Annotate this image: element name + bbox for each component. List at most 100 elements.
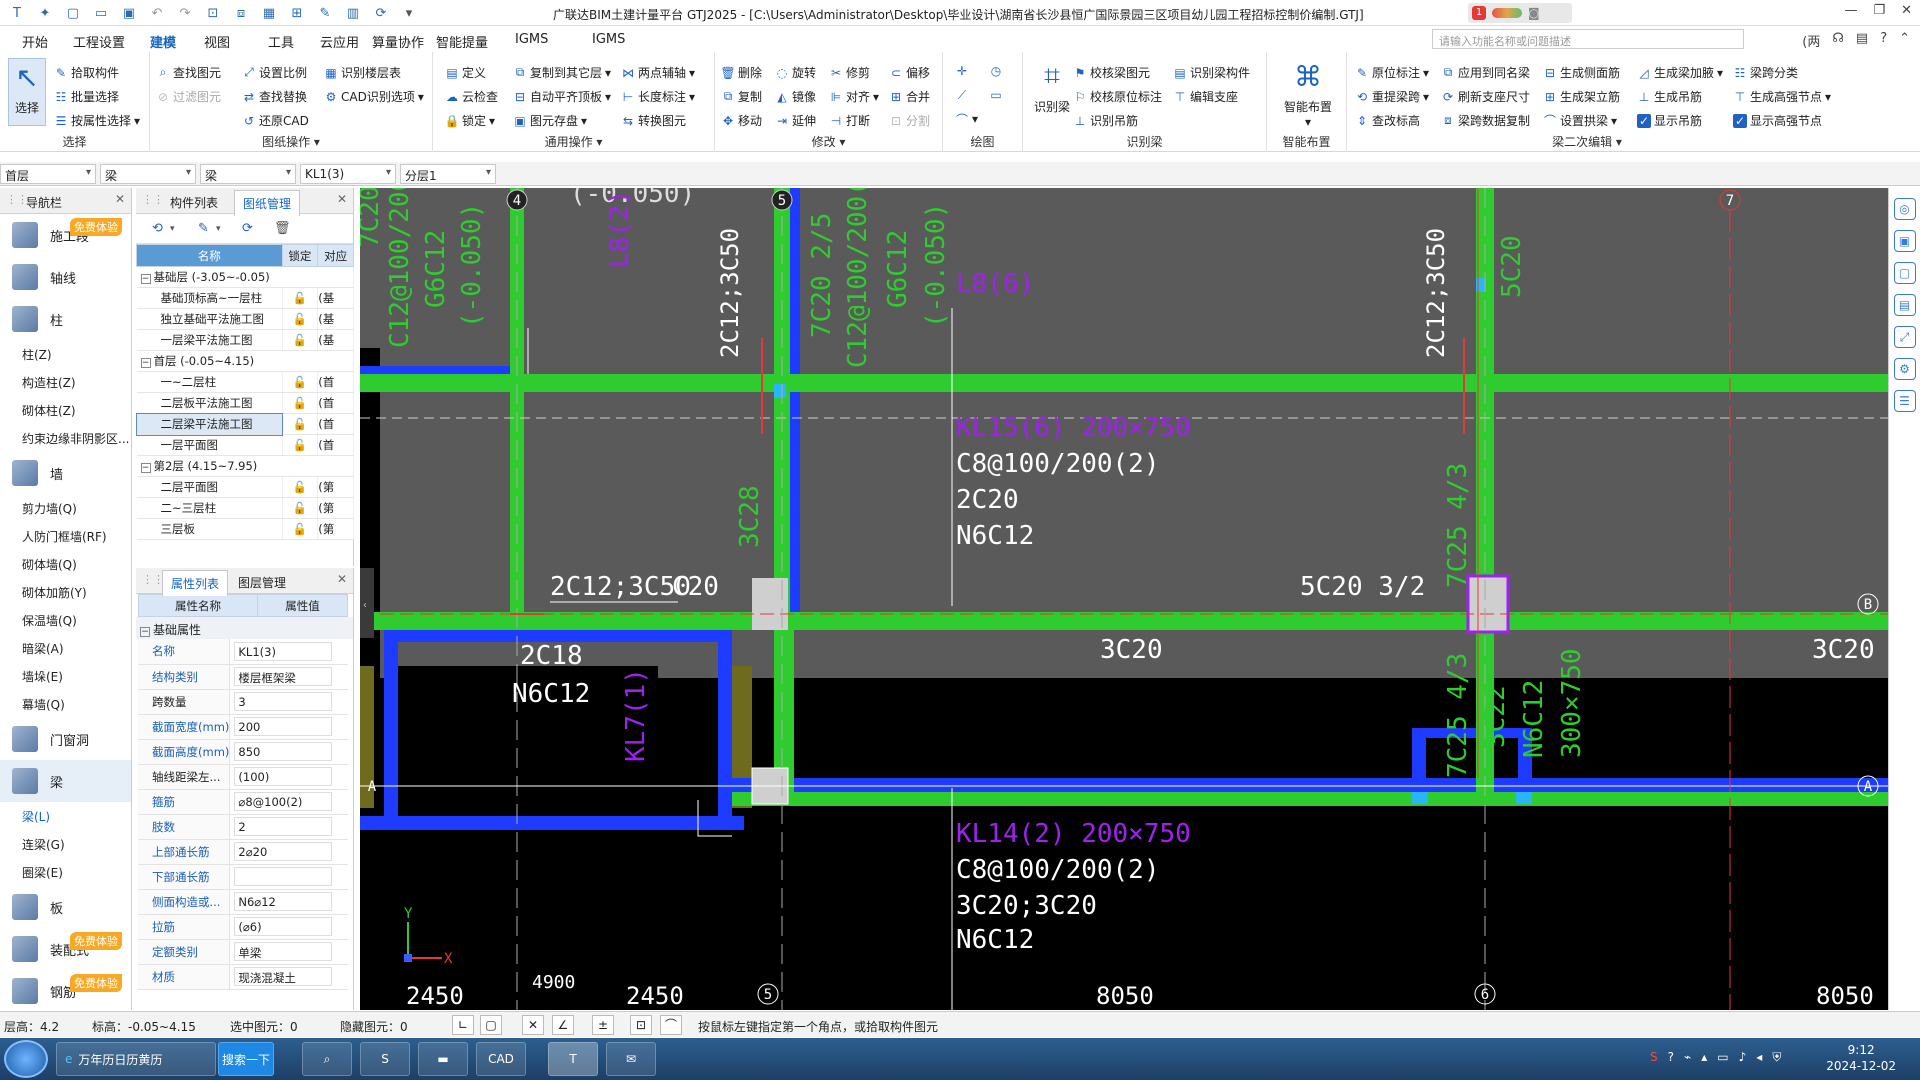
property-value-input[interactable]: ⌀8@100(2) xyxy=(234,792,333,811)
menu-project-settings[interactable]: 工程设置 xyxy=(73,32,125,51)
property-value-input[interactable]: 2 xyxy=(234,817,333,836)
start-button[interactable] xyxy=(4,1040,48,1078)
nav-item[interactable]: 墙垛(E) xyxy=(0,662,131,690)
clock[interactable]: 9:12 2024-12-02 xyxy=(1826,1042,1896,1074)
lock-icon[interactable]: 🔓 xyxy=(282,476,319,498)
app-logo-icon[interactable]: T xyxy=(6,3,28,23)
help-icon[interactable]: ? xyxy=(1880,31,1887,50)
table-row[interactable]: 二~三层柱 🔓 (第 xyxy=(136,497,354,519)
fit-view-icon[interactable]: ⤢ xyxy=(1893,326,1916,348)
show-hanger-checkbox[interactable]: ✓ 显示吊筋 xyxy=(1637,112,1702,129)
arc-snap-icon[interactable]: ⌒ xyxy=(660,1015,682,1035)
col-map[interactable]: 对应 xyxy=(317,244,354,267)
property-value-input[interactable]: 850 xyxy=(234,742,333,761)
gtj-icon[interactable]: T xyxy=(548,1042,598,1076)
copy-to-floor-button[interactable]: ⧉ 复制到其它层 ▾ xyxy=(513,64,611,81)
app-s-icon[interactable]: S xyxy=(360,1042,410,1076)
gen-side-bar-button[interactable]: ⊟ 生成侧面筋 xyxy=(1543,64,1620,81)
set-arch-beam-button[interactable]: ⌒ 设置拱梁 ▾ xyxy=(1543,112,1617,129)
notes-icon[interactable]: ☰ xyxy=(1893,390,1916,412)
grip-icon[interactable]: ⋮⋮ xyxy=(6,193,28,206)
re-extract-span-button[interactable]: ⟲ 重提梁跨 ▾ xyxy=(1355,88,1429,105)
offset-button[interactable]: ⊂ 偏移 xyxy=(889,64,930,81)
table-row[interactable]: 一层平面图 🔓 (首 xyxy=(136,434,354,456)
lock-icon[interactable]: 🔓 xyxy=(282,329,319,351)
property-value-input[interactable]: 现浇混凝土 xyxy=(234,967,333,986)
view-settings-icon[interactable]: ⚙ xyxy=(1893,358,1916,380)
tray-icon[interactable]: ⌁ xyxy=(1684,1050,1691,1065)
span-classify-button[interactable]: ☷ 梁跨分类 xyxy=(1733,64,1798,81)
camera-icon[interactable]: ◙ xyxy=(1528,6,1540,20)
close-icon[interactable]: ✕ xyxy=(1901,3,1912,18)
dropdown-icon[interactable]: ▾ xyxy=(398,3,420,23)
lock-button[interactable]: 🔒 锁定 ▾ xyxy=(445,112,496,129)
pick-component-button[interactable]: ✎ 拾取构件 xyxy=(54,64,119,81)
lock-icon[interactable]: 🔓 xyxy=(282,497,319,519)
copy-button[interactable]: ⧉ 复制 xyxy=(721,88,762,105)
rect-draw-button[interactable]: ▭ xyxy=(989,88,1003,102)
collapse-icon[interactable]: − xyxy=(140,627,150,637)
lock-icon[interactable]: 🔓 xyxy=(282,413,319,435)
nav-item[interactable]: 砌体墙(Q) xyxy=(0,550,131,578)
select-button[interactable]: ↖ 选择 xyxy=(8,58,46,126)
gen-haunch-button[interactable]: ◿ 生成梁加腋 ▾ xyxy=(1637,64,1723,81)
headset-icon[interactable]: ☊ xyxy=(1832,31,1844,50)
cad-drawing[interactable]: 4 5 7 5 6 B A A (-0.050) 7C20 2/5 C12@10… xyxy=(360,188,1888,1010)
extend-button[interactable]: ⇥ 延伸 xyxy=(775,112,816,129)
taskbar-calendar[interactable]: e 万年历日历黄历 xyxy=(56,1042,216,1076)
nav-item[interactable]: 圈梁(E) xyxy=(0,858,131,886)
add-drawing-icon[interactable]: ⟲ xyxy=(152,221,170,237)
table-row[interactable]: 基础顶标高~一层柱 🔓 (基 xyxy=(136,287,354,309)
component-select[interactable]: KL1(3) xyxy=(300,164,396,184)
find-replace-button[interactable]: ⇄ 查找替换 xyxy=(242,88,307,105)
two-point-axis-button[interactable]: ⋈ 两点辅轴 ▾ xyxy=(621,64,695,81)
menu-collab[interactable]: 智能提量 xyxy=(436,32,488,51)
edit-icon[interactable]: ✎ xyxy=(314,3,336,23)
element-save-button[interactable]: ▣ 图元存盘 ▾ xyxy=(513,112,587,129)
collapse-icon[interactable]: − xyxy=(140,274,151,284)
refresh-support-button[interactable]: ⟳ 刷新支座尺寸 xyxy=(1441,88,1530,105)
dynamic-input-icon[interactable]: ± xyxy=(592,1015,614,1035)
nav-item[interactable]: 砌体加筋(Y) xyxy=(0,578,131,606)
type-select[interactable]: 梁 xyxy=(200,164,296,184)
property-value-input[interactable] xyxy=(234,867,333,886)
nav-item[interactable]: 约束边缘非阴影区... xyxy=(0,424,131,452)
help-tray-icon[interactable]: ? xyxy=(1668,1050,1674,1065)
merge-button[interactable]: ⊞ 合并 xyxy=(889,88,930,105)
column-selected[interactable] xyxy=(1466,574,1510,634)
table-row[interactable]: 二层梁平法施工图 🔓 (首 xyxy=(135,412,354,436)
collapse-icon[interactable]: − xyxy=(140,463,151,473)
shield-icon[interactable]: ⛨ xyxy=(1772,1050,1781,1065)
column[interactable] xyxy=(752,578,788,630)
new-icon[interactable]: ✦ xyxy=(34,3,56,23)
restore-icon[interactable]: ❐ xyxy=(1873,3,1885,18)
nav-category[interactable]: 梁 xyxy=(0,760,131,802)
menu-igms[interactable]: IGMS xyxy=(592,32,625,47)
object-snap-icon[interactable]: ⊡ xyxy=(630,1015,652,1035)
nav-category[interactable]: 柱 xyxy=(0,298,131,340)
table-row[interactable]: 一~二层柱 🔓 (首 xyxy=(136,371,354,393)
check-beam-button[interactable]: ⚑ 校核梁图元 xyxy=(1073,64,1150,81)
nav-category[interactable]: 施工段 免费体验 xyxy=(0,214,131,256)
cad-options-button[interactable]: ⚙ CAD识别选项 ▾ xyxy=(324,88,424,105)
network-icon[interactable]: ▭ xyxy=(1717,1050,1728,1065)
recognize-beam-button[interactable]: ⌗ 识别梁 xyxy=(1029,58,1075,115)
prop-category[interactable]: − 基础属性 xyxy=(136,617,353,639)
grip-icon[interactable]: ⋮⋮ xyxy=(142,193,164,206)
close-icon[interactable]: ✕ xyxy=(337,572,347,586)
property-value-input[interactable]: 楼层框架梁 xyxy=(234,667,333,686)
in-situ-label-button[interactable]: ✎ 原位标注 ▾ xyxy=(1355,64,1429,81)
edit-support-button[interactable]: ⊤ 编辑支座 xyxy=(1173,88,1238,105)
nav-item[interactable]: 柱(Z) xyxy=(0,340,131,368)
lock-icon[interactable]: 🔓 xyxy=(282,308,319,330)
set-scale-button[interactable]: ⤢ 设置比例 xyxy=(242,64,307,81)
table-icon[interactable]: ⊞ xyxy=(286,3,308,23)
grip-icon[interactable]: ⋮⋮ xyxy=(142,573,164,586)
view-icon[interactable]: ⊡ xyxy=(202,3,224,23)
point-draw-button[interactable]: ✛ xyxy=(955,64,969,78)
lock-icon[interactable]: 🔓 xyxy=(282,518,319,540)
split-button[interactable]: ⊡ 分割 xyxy=(889,112,930,129)
delete-button[interactable]: 🗑 删除 xyxy=(720,64,762,81)
floor-select[interactable]: 首层 xyxy=(0,164,96,184)
search-icon[interactable]: ⌕ xyxy=(302,1042,352,1076)
